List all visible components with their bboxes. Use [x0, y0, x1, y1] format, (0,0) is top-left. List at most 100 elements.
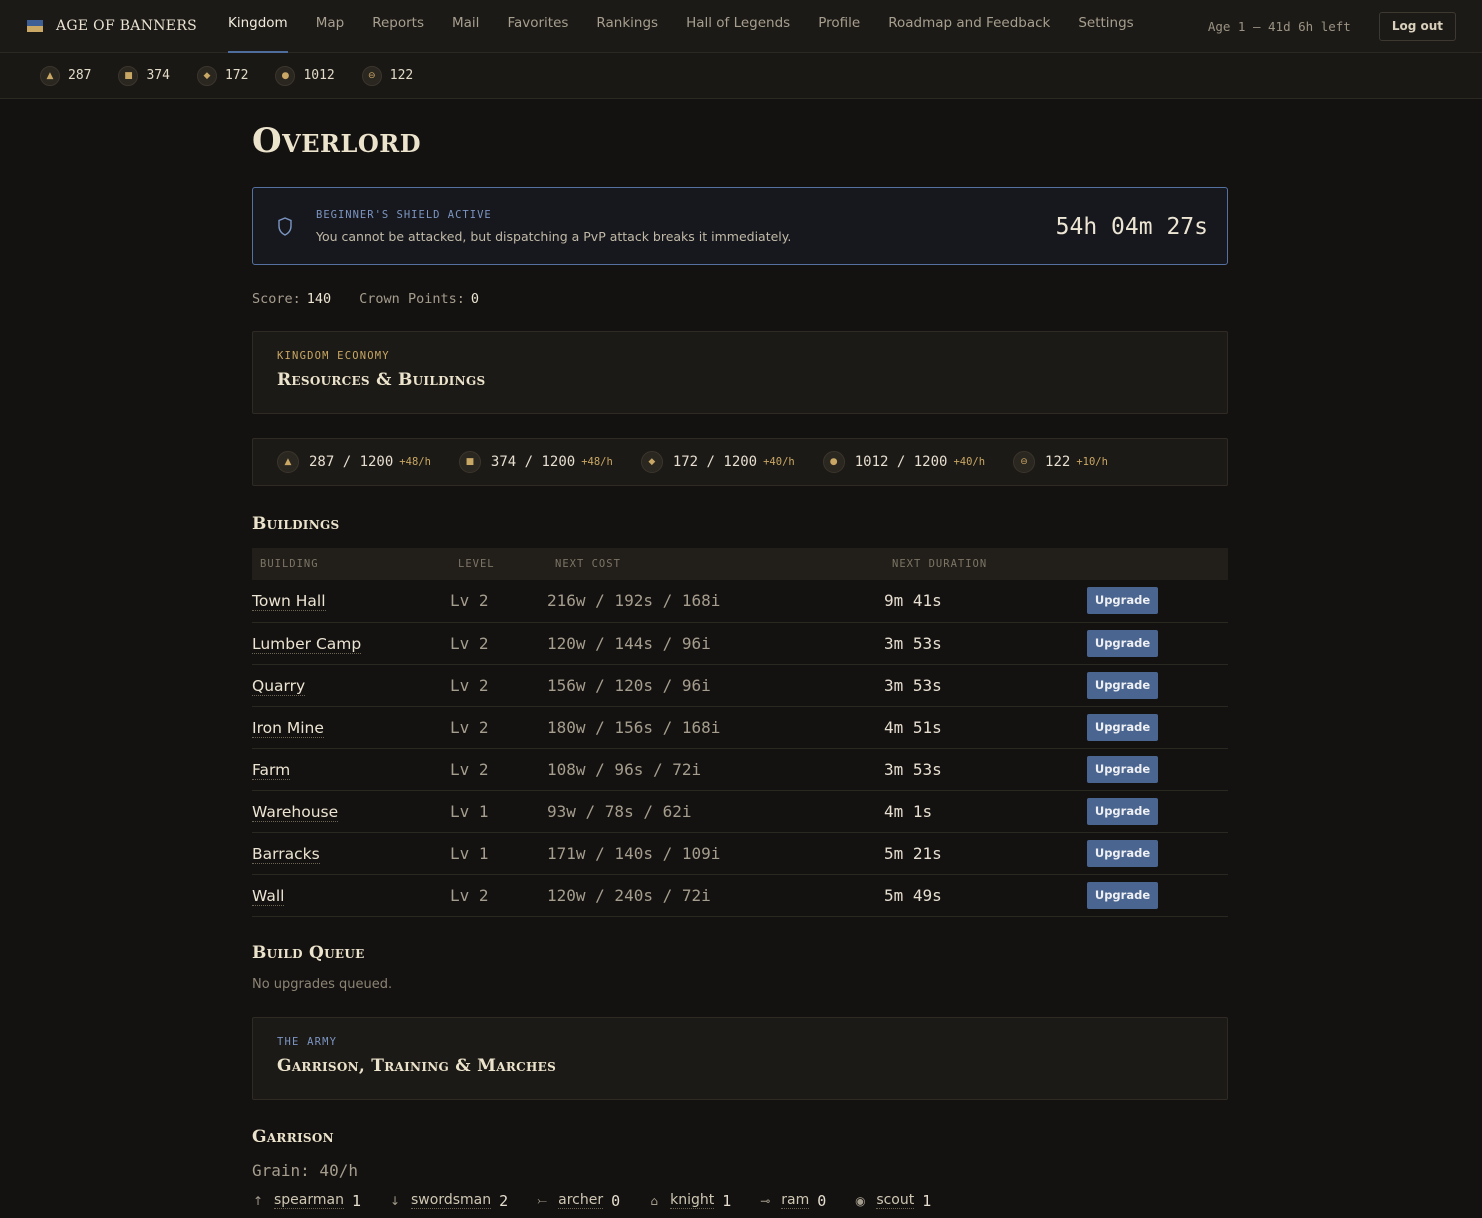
upgrade-button[interactable]: Upgrade — [1087, 797, 1158, 825]
building-next-duration: 3m 53s — [884, 748, 1087, 791]
nav-item-profile[interactable]: Profile — [804, 0, 874, 53]
resource-chip-wood: ▲ 287 — [40, 65, 92, 86]
banner-flag-icon — [27, 19, 43, 33]
logout-button[interactable]: Log out — [1378, 11, 1456, 41]
crown-points-label: Crown Points: — [359, 291, 465, 307]
unit-name[interactable]: swordsman — [411, 1192, 492, 1209]
buildings-table: BUILDING LEVEL NEXT COST NEXT DURATION T… — [252, 548, 1228, 917]
upgrade-button[interactable]: Upgrade — [1087, 629, 1158, 657]
building-next-duration: 5m 21s — [884, 832, 1087, 875]
building-next-cost: 171w / 140s / 109i — [547, 832, 884, 875]
unit-count: 0 — [817, 1191, 827, 1210]
nav-item-mail[interactable]: Mail — [438, 0, 493, 53]
nav-item-favorites[interactable]: Favorites — [493, 0, 582, 53]
spearman-icon: ↑ — [252, 1193, 264, 1208]
resource-value: 122 — [389, 68, 414, 83]
building-name[interactable]: Lumber Camp — [252, 634, 362, 654]
unit-scout: ◉ scout 1 — [854, 1192, 931, 1210]
building-level: Lv 1 — [450, 832, 547, 875]
score-value: 140 — [306, 291, 332, 307]
building-name[interactable]: Warehouse — [252, 802, 339, 822]
nav-menu: Kingdom Map Reports Mail Favorites Ranki… — [214, 0, 1148, 53]
section-kicker: KINGDOM ECONOMY — [277, 350, 390, 362]
building-next-cost: 216w / 192s / 168i — [547, 580, 884, 623]
stone-icon: ■ — [458, 451, 481, 473]
nav-item-kingdom[interactable]: Kingdom — [214, 0, 302, 53]
unit-ram: ⊸ ram 0 — [759, 1192, 826, 1210]
building-name[interactable]: Wall — [252, 886, 285, 906]
upgrade-button[interactable]: Upgrade — [1087, 587, 1158, 615]
resource-value: 374 — [146, 68, 170, 83]
resource-value: 172 — [224, 68, 249, 83]
unit-name[interactable]: ram — [781, 1192, 810, 1209]
grain-upkeep: Grain: 40/h — [252, 1160, 358, 1180]
iron-icon: ◆ — [196, 65, 217, 86]
shield-description: You cannot be attacked, but dispatching … — [316, 228, 792, 244]
building-name[interactable]: Quarry — [252, 676, 306, 696]
nav-item-settings[interactable]: Settings — [1064, 0, 1147, 53]
upgrade-button[interactable]: Upgrade — [1087, 713, 1158, 741]
building-level: Lv 2 — [450, 580, 547, 623]
gold-icon: ⊖ — [1013, 451, 1036, 473]
upgrade-button[interactable]: Upgrade — [1087, 839, 1158, 867]
building-name[interactable]: Town Hall — [252, 592, 326, 612]
resource-detail-iron: ◆ 172 / 1200 +40/h — [640, 451, 795, 473]
crown-points-value: 0 — [470, 291, 479, 307]
page-title: Overlord — [252, 121, 422, 161]
table-row: Quarry Lv 2 156w / 120s / 96i 3m 53s Upg… — [252, 664, 1228, 707]
building-name[interactable]: Farm — [252, 760, 291, 780]
resource-value: 287 — [68, 68, 92, 83]
table-row: Farm Lv 2 108w / 96s / 72i 3m 53s Upgrad… — [252, 748, 1228, 791]
resource-amount: 374 / 1200 — [490, 454, 576, 470]
building-next-duration: 5m 49s — [884, 874, 1087, 917]
shield-timer: 54h 04m 27s — [1055, 214, 1208, 240]
building-level: Lv 2 — [450, 706, 547, 749]
unit-name[interactable]: spearman — [274, 1192, 344, 1209]
buildings-heading: Buildings — [252, 514, 340, 534]
building-level: Lv 1 — [450, 790, 547, 833]
archer-icon: ⤚ — [537, 1193, 547, 1207]
nav-item-hall-of-legends[interactable]: Hall of Legends — [672, 0, 804, 53]
nav-item-reports[interactable]: Reports — [358, 0, 438, 53]
wood-icon: ▲ — [277, 451, 299, 473]
resource-rate: +48/h — [581, 456, 613, 468]
iron-icon: ◆ — [640, 451, 663, 473]
upgrade-button[interactable]: Upgrade — [1087, 881, 1158, 909]
ram-icon: ⊸ — [760, 1193, 771, 1208]
grain-icon: ● — [822, 451, 845, 473]
score-row: Score: 140 Crown Points: 0 — [252, 291, 1228, 307]
column-header-next-duration: NEXT DURATION — [892, 558, 988, 570]
table-row: Iron Mine Lv 2 180w / 156s / 168i 4m 51s… — [252, 706, 1228, 749]
build-queue-heading: Build Queue — [252, 942, 365, 963]
resource-bar: ▲ 287 ■ 374 ◆ 172 ● 1012 ⊖ 122 — [0, 53, 1482, 99]
age-status: Age 1 — 41d 6h left — [1207, 18, 1351, 34]
shield-banner: BEGINNER'S SHIELD ACTIVE You cannot be a… — [252, 187, 1228, 265]
economy-section-card: KINGDOM ECONOMY Resources & Buildings — [252, 331, 1228, 414]
nav-item-rankings[interactable]: Rankings — [582, 0, 672, 53]
nav-item-roadmap[interactable]: Roadmap and Feedback — [874, 0, 1064, 53]
resource-detail-stone: ■ 374 / 1200 +48/h — [458, 451, 613, 473]
unit-spearman: ↑ spearman 1 — [252, 1192, 361, 1210]
unit-name[interactable]: knight — [670, 1192, 715, 1209]
upgrade-button[interactable]: Upgrade — [1087, 755, 1158, 783]
resource-value: 1012 — [303, 68, 335, 83]
resource-chip-iron: ◆ 172 — [196, 65, 249, 86]
unit-name[interactable]: archer — [558, 1192, 604, 1209]
building-name[interactable]: Barracks — [252, 844, 320, 864]
building-next-cost: 180w / 156s / 168i — [547, 706, 884, 749]
nav-item-map[interactable]: Map — [302, 0, 359, 53]
resource-detail-wood: ▲ 287 / 1200 +48/h — [277, 451, 431, 473]
resource-detail-bar: ▲ 287 / 1200 +48/h ■ 374 / 1200 +48/h ◆ … — [252, 438, 1228, 486]
upgrade-button[interactable]: Upgrade — [1087, 671, 1158, 699]
section-heading: Garrison, Training & Marches — [277, 1055, 557, 1076]
swordsman-icon: ↓ — [389, 1193, 401, 1208]
unit-count: 2 — [499, 1191, 509, 1210]
building-name[interactable]: Iron Mine — [252, 718, 324, 738]
building-level: Lv 2 — [450, 622, 547, 665]
unit-name[interactable]: scout — [876, 1192, 915, 1209]
brand[interactable]: AGE OF BANNERS — [27, 18, 214, 34]
building-next-cost: 108w / 96s / 72i — [547, 748, 884, 791]
building-next-duration: 3m 53s — [884, 622, 1087, 665]
table-row: Lumber Camp Lv 2 120w / 144s / 96i 3m 53… — [252, 622, 1228, 665]
stone-icon: ■ — [118, 65, 139, 86]
